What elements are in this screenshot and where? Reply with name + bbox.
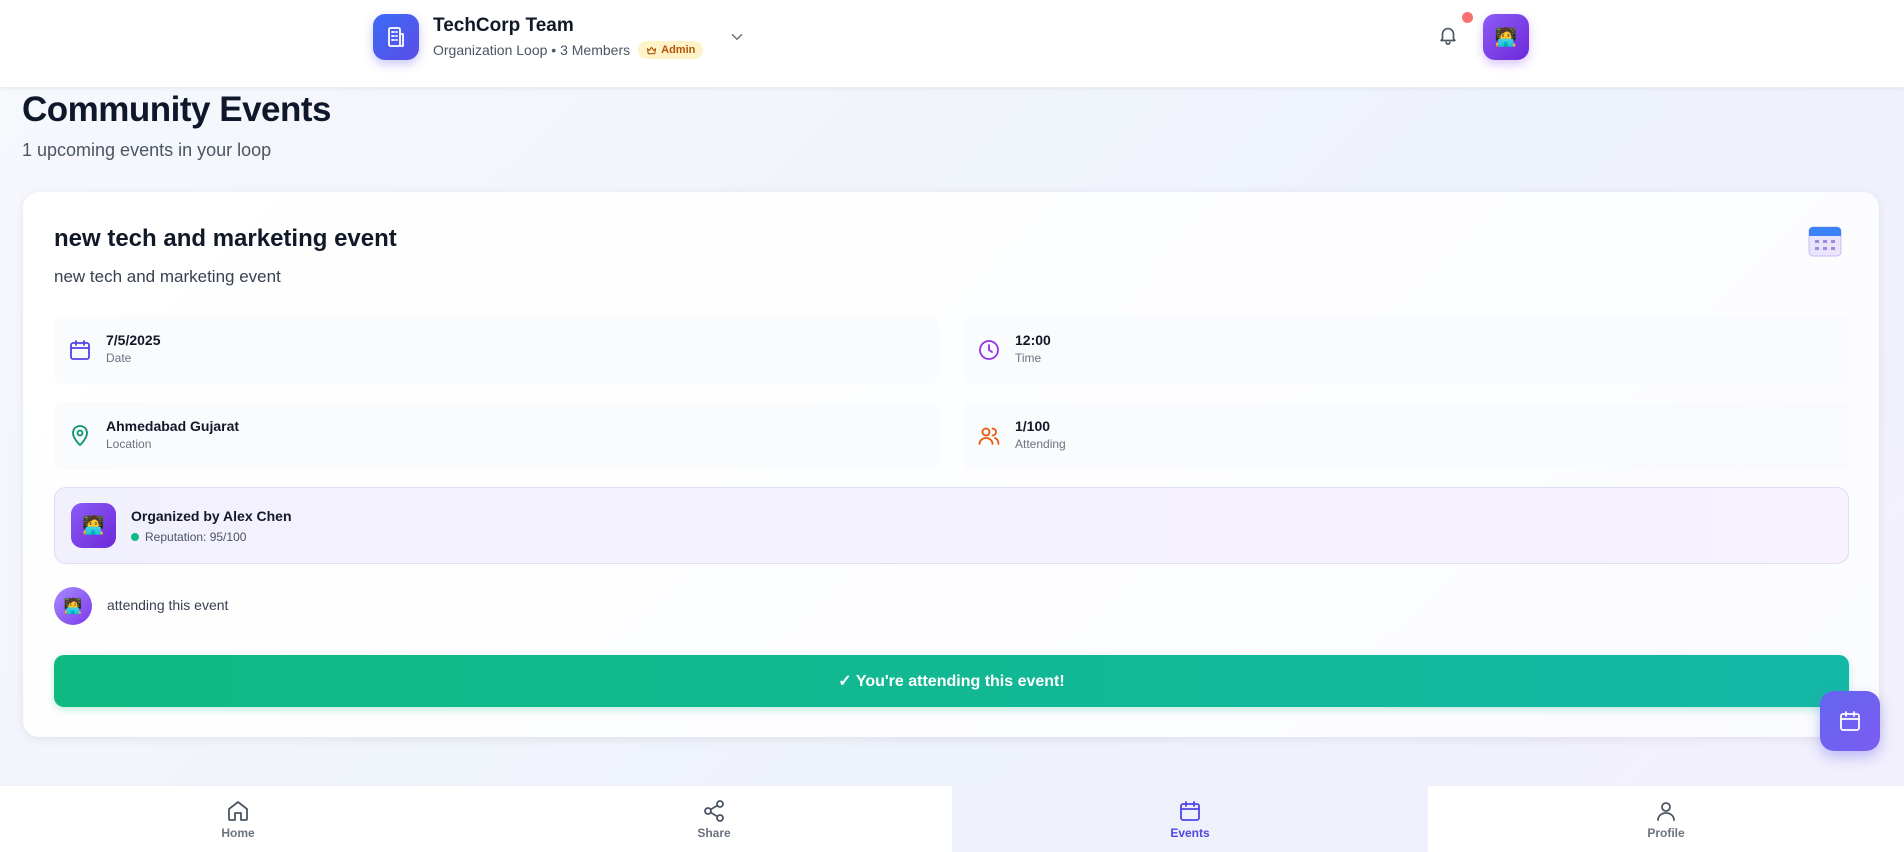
nav-events[interactable]: Events <box>952 786 1428 852</box>
user-avatar[interactable]: 🧑‍💻 <box>1483 14 1529 60</box>
calendar-emoji-icon <box>1808 226 1842 257</box>
users-icon <box>978 427 1000 445</box>
event-title: new tech and marketing event <box>54 225 397 252</box>
page-title: Community Events <box>22 90 332 129</box>
admin-badge-label: Admin <box>661 44 696 56</box>
org-logo-button[interactable] <box>373 14 419 60</box>
attending-tile: 1/100 Attending <box>963 402 1849 470</box>
date-value: 7/5/2025 <box>106 332 161 348</box>
organizer-avatar[interactable]: 🧑‍💻 <box>71 503 116 548</box>
org-meta: Organization Loop • 3 Members <box>433 42 631 58</box>
user-icon <box>1657 802 1675 821</box>
org-name: TechCorp Team <box>433 15 574 36</box>
notification-dot <box>1462 12 1473 23</box>
attendee-avatar[interactable]: 🧑‍💻 <box>54 587 92 625</box>
time-value: 12:00 <box>1015 332 1051 348</box>
attending-value: 1/100 <box>1015 418 1051 434</box>
reputation-dot <box>131 533 139 541</box>
page-subtitle: 1 upcoming events in your loop <box>22 140 272 160</box>
clock-icon <box>979 340 999 360</box>
nav-profile-label: Profile <box>1647 826 1685 840</box>
time-tile: 12:00 Time <box>963 316 1849 384</box>
home-icon <box>228 801 248 821</box>
crown-icon <box>646 46 657 54</box>
top-header: TechCorp Team Organization Loop • 3 Memb… <box>0 0 1904 88</box>
admin-badge: Admin <box>638 41 704 59</box>
attending-label: Attending <box>1015 437 1066 451</box>
date-label: Date <box>106 351 132 365</box>
create-event-fab[interactable] <box>1820 691 1880 751</box>
nav-profile[interactable]: Profile <box>1428 786 1904 852</box>
location-label: Location <box>106 437 152 451</box>
location-tile: Ahmedabad Gujarat Location <box>54 402 939 470</box>
date-tile: 7/5/2025 Date <box>54 316 939 384</box>
nav-events-label: Events <box>1170 826 1210 840</box>
time-label: Time <box>1015 351 1042 365</box>
reputation: Reputation: 95/100 <box>131 530 246 544</box>
nav-home-label: Home <box>221 826 255 840</box>
map-pin-icon <box>72 425 88 446</box>
attendee-text: attending this event <box>107 597 229 613</box>
calendar-icon <box>1180 801 1200 821</box>
org-subtitle: Organization Loop • 3 Members Admin <box>433 41 704 59</box>
event-description: new tech and marketing event <box>54 267 281 286</box>
bell-icon[interactable] <box>1437 24 1459 46</box>
nav-home[interactable]: Home <box>0 786 476 852</box>
organizer-avatar-emoji: 🧑‍💻 <box>82 515 105 535</box>
bottom-nav: Home Share Events Profile <box>0 785 1904 852</box>
reputation-text: Reputation: 95/100 <box>145 530 247 544</box>
chevron-down-icon[interactable] <box>728 28 746 46</box>
share-icon <box>704 800 724 822</box>
nav-share-label: Share <box>697 826 731 840</box>
organizer-name: Organized by Alex Chen <box>131 508 292 524</box>
avatar-emoji: 🧑‍💻 <box>1494 26 1518 47</box>
organizer-box: 🧑‍💻 Organized by Alex Chen Reputation: 9… <box>54 487 1849 564</box>
location-value: Ahmedabad Gujarat <box>106 418 240 434</box>
attending-button[interactable]: ✓ You're attending this event! <box>54 655 1849 707</box>
nav-share[interactable]: Share <box>476 786 952 852</box>
building-icon <box>388 27 404 47</box>
calendar-icon <box>1840 711 1860 731</box>
attendee-avatar-emoji: 🧑‍💻 <box>63 598 83 615</box>
calendar-icon <box>70 340 90 360</box>
event-card[interactable]: new tech and marketing event new tech an… <box>23 192 1879 737</box>
